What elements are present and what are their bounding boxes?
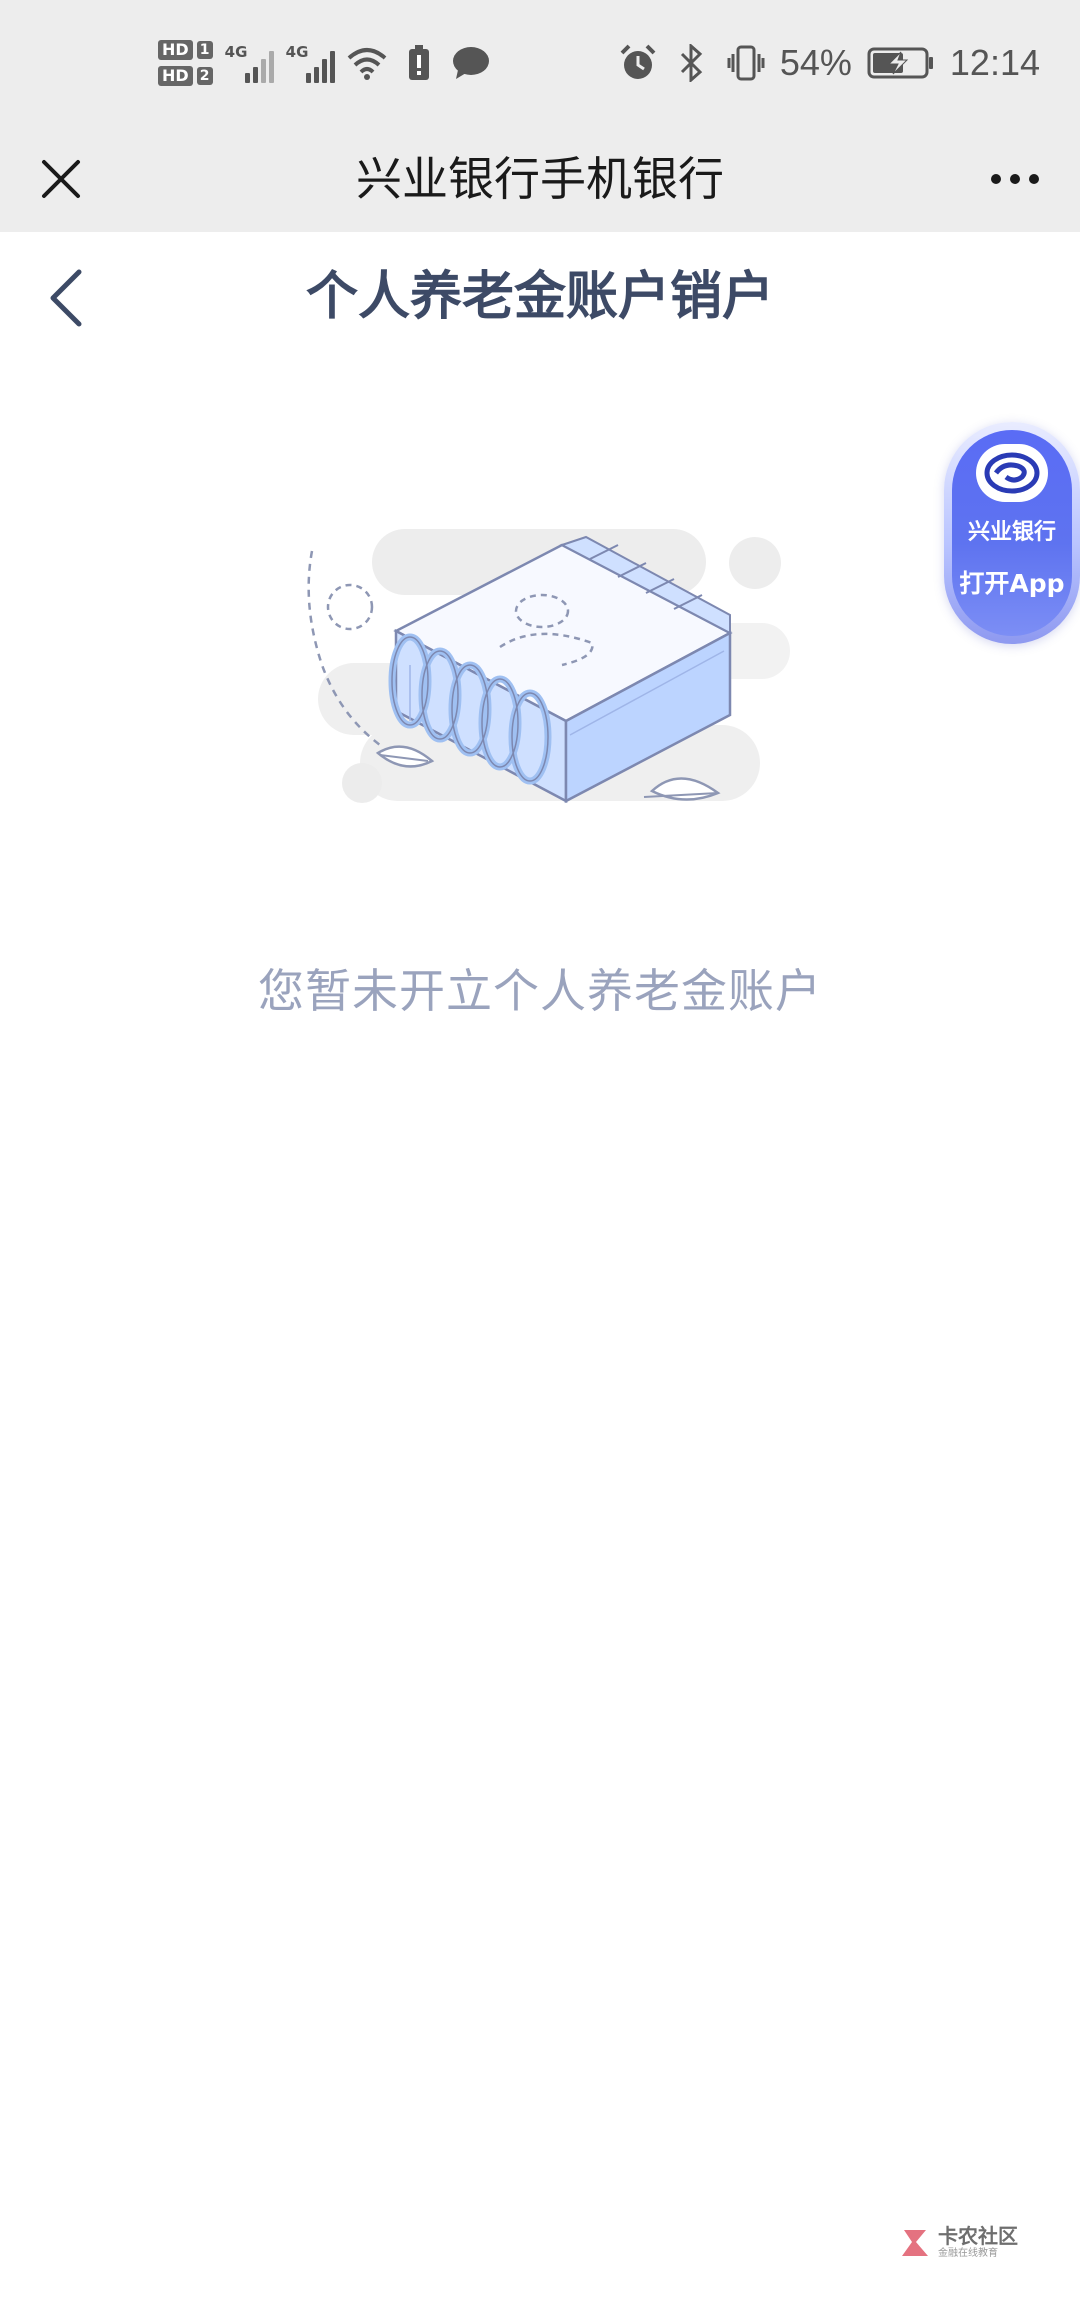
clock-time: 12:14 xyxy=(949,42,1040,83)
more-icon xyxy=(991,174,1001,184)
empty-notebook-illustration xyxy=(300,515,790,825)
hd-badge-2: HD xyxy=(158,66,193,86)
wifi-icon xyxy=(347,43,387,83)
alarm-icon xyxy=(618,43,658,83)
sim-indicators: HD 1 HD 2 xyxy=(158,40,213,86)
network-type-2: 4G xyxy=(285,43,309,61)
status-left: HD 1 HD 2 4G 4G xyxy=(158,30,491,96)
network-type-1: 4G xyxy=(224,43,248,61)
battery-percent: 54% xyxy=(779,42,852,83)
webview-title: 兴业银行手机银行 xyxy=(356,152,724,206)
float-open-app-label: 打开App xyxy=(959,569,1065,598)
status-bar: HD 1 HD 2 4G 4G 54% 12:14 xyxy=(0,0,1080,126)
battery-charging-icon xyxy=(866,43,936,83)
hd-badge-1: HD xyxy=(158,40,193,60)
watermark-main-text: 卡农社区 xyxy=(938,2224,1018,2248)
battery-alert-icon xyxy=(399,43,439,83)
open-app-float-button[interactable]: 兴业银行 打开App xyxy=(944,422,1080,644)
empty-state-message: 您暂未开立个人养老金账户 xyxy=(258,964,822,1018)
float-bank-name: 兴业银行 xyxy=(967,520,1056,545)
page-title: 个人养老金账户销户 xyxy=(305,267,774,327)
more-button[interactable] xyxy=(980,151,1050,207)
watermark-logo-icon xyxy=(902,2230,928,2256)
webview-top-bar: 兴业银行手机银行 xyxy=(0,126,1080,232)
community-watermark: 卡农社区 金融在线教育 xyxy=(898,2218,1048,2268)
signal-icon: 4G xyxy=(225,43,274,83)
watermark-sub-text: 金融在线教育 xyxy=(938,2248,998,2259)
bank-logo-icon xyxy=(976,444,1048,502)
page-header: 个人养老金账户销户 xyxy=(0,232,1080,362)
bluetooth-icon xyxy=(672,43,712,83)
sim-2-badge: 2 xyxy=(196,67,213,85)
message-icon xyxy=(451,43,491,83)
vibrate-icon xyxy=(726,43,766,83)
sim-1-badge: 1 xyxy=(196,41,213,59)
status-right: 54% 12:14 xyxy=(618,30,1040,96)
signal-icon: 4G xyxy=(286,43,335,83)
